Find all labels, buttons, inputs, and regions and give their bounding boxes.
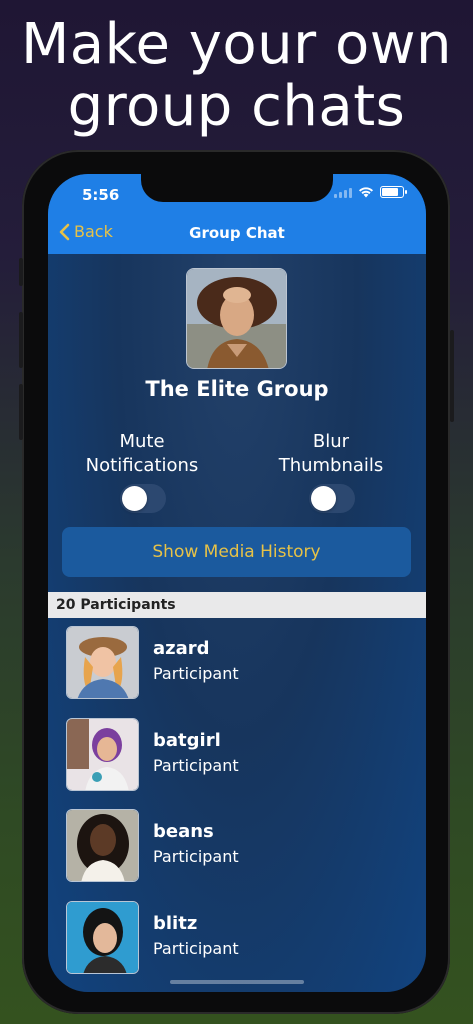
phone-power-button [450, 330, 454, 422]
phone-volume-down [19, 384, 23, 440]
cellular-signal-icon [334, 187, 352, 198]
phone-volume-up [19, 312, 23, 368]
participant-role: Participant [153, 755, 239, 775]
home-indicator[interactable] [170, 980, 304, 984]
participant-name: blitz [153, 912, 198, 934]
battery-icon [380, 186, 407, 198]
participant-name: batgirl [153, 729, 221, 751]
wifi-icon [359, 187, 373, 198]
participant-row[interactable]: azard Participant [48, 624, 426, 716]
promo-headline: Make your own group chats [0, 14, 473, 138]
participant-role: Participant [153, 847, 239, 866]
participant-role: Participant [153, 938, 239, 958]
show-media-history-button[interactable]: Show Media History [62, 527, 411, 577]
toggle-knob [311, 486, 336, 511]
blur-thumbnails-label: Blur Thumbnails [251, 430, 411, 478]
phone-silent-switch [19, 258, 23, 286]
participant-name: beans [153, 821, 214, 842]
status-icons [334, 186, 407, 198]
participant-avatar [66, 717, 139, 791]
mute-label-line-1: Mute [119, 431, 165, 452]
blur-thumbnails-toggle[interactable] [309, 484, 355, 513]
blur-label-line-2: Thumbnails [278, 455, 384, 476]
mute-notifications-label: Mute Notifications [62, 430, 222, 478]
phone-notch [141, 174, 333, 202]
participant-row[interactable]: blitz Participant [48, 899, 426, 991]
group-avatar-photo [187, 269, 286, 368]
page-title: Group Chat [189, 224, 285, 242]
participant-avatar [66, 626, 139, 699]
toggle-knob [122, 486, 147, 511]
participant-row[interactable]: batgirl Participant [48, 716, 426, 808]
participant-name: azard [153, 638, 210, 659]
headline-line-1: Make your own [20, 12, 453, 77]
blur-label-line-1: Blur [312, 431, 350, 452]
participant-role: Participant [153, 664, 239, 683]
mute-label-line-2: Notifications [85, 455, 199, 476]
status-time: 5:56 [82, 186, 120, 204]
participant-row[interactable]: beans Participant [48, 807, 426, 899]
participants-list: azard Participant batgirl Participant be… [48, 624, 426, 990]
participant-avatar [66, 809, 139, 882]
group-name: The Elite Group [145, 377, 329, 401]
participant-avatar [66, 900, 139, 974]
headline-line-2: group chats [67, 74, 406, 139]
participants-header: 20 Participants [48, 592, 426, 618]
mute-notifications-toggle[interactable] [120, 484, 166, 513]
app-screen: 5:56 Back Group Chat The Elite Group Mut… [48, 174, 426, 992]
group-avatar[interactable] [186, 268, 287, 369]
